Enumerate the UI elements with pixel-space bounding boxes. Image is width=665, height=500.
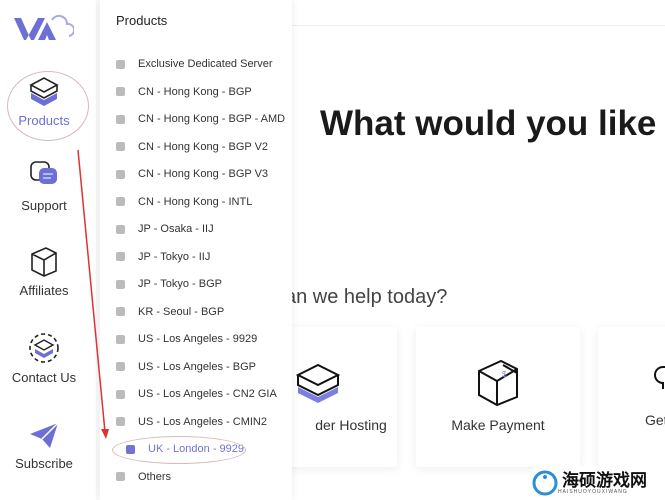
annotation-arrow: [77, 149, 109, 439]
watermark-logo: 海硕游戏网 HAISHUOYOUXIWANG: [532, 466, 665, 500]
